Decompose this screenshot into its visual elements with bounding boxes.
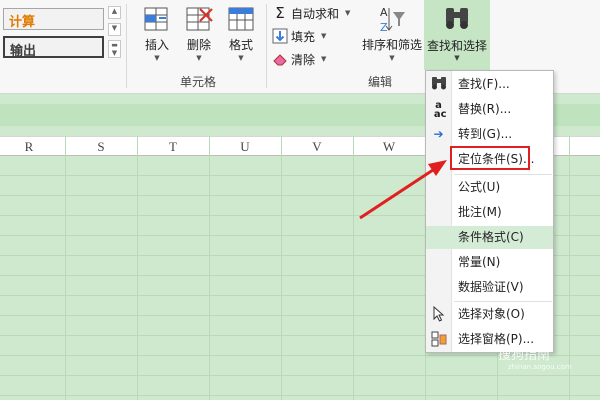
menu-item-label: 条件格式(C) bbox=[458, 230, 524, 244]
delete-button[interactable]: 删除 ▼ bbox=[180, 4, 218, 63]
arrow-right-icon: ➔ bbox=[433, 127, 444, 141]
insert-cells-icon bbox=[142, 4, 172, 34]
clear-button[interactable]: 清除 ▼ bbox=[272, 49, 326, 69]
column-header-s[interactable]: S bbox=[91, 139, 111, 155]
chevron-down-icon: ▼ bbox=[238, 54, 244, 62]
edit-group-label: 编辑 bbox=[368, 75, 393, 89]
sort-filter-label: 排序和筛选 bbox=[361, 38, 422, 52]
delete-label: 删除 bbox=[186, 38, 211, 52]
group-divider bbox=[126, 4, 127, 88]
chevron-down-icon: ▼ bbox=[345, 9, 351, 17]
chevron-down-icon: ▼ bbox=[321, 55, 327, 63]
cell-style-calc[interactable]: 计算 bbox=[3, 8, 104, 30]
menu-item-label: 批注(M) bbox=[458, 205, 502, 219]
menu-separator bbox=[454, 174, 552, 175]
format-cells-icon bbox=[226, 4, 256, 34]
menu-item-label: 查找(F)... bbox=[458, 77, 510, 91]
delete-cells-icon bbox=[184, 4, 214, 34]
fill-button[interactable]: 填充 ▼ bbox=[272, 26, 326, 46]
sort-filter-button[interactable]: A Z 排序和筛选 ▼ bbox=[360, 4, 424, 63]
menu-separator bbox=[454, 301, 552, 302]
menu-item-replace[interactable]: a ac 替换(R)... bbox=[426, 98, 553, 121]
menu-item-find[interactable]: 查找(F)... bbox=[426, 73, 553, 96]
menu-item-label: 选择对象(O) bbox=[458, 307, 525, 321]
insert-label: 插入 bbox=[144, 38, 169, 52]
group-divider bbox=[266, 4, 267, 88]
column-header-v[interactable]: V bbox=[307, 139, 327, 155]
menu-item-formulas[interactable]: 公式(U) bbox=[426, 176, 553, 199]
column-header-t[interactable]: T bbox=[163, 139, 183, 155]
menu-item-label: 替换(R)... bbox=[458, 102, 512, 116]
menu-item-label: 公式(U) bbox=[458, 180, 501, 194]
column-header-r[interactable]: R bbox=[19, 139, 39, 155]
watermark: 搜狗指南 zhinan.sogou.com bbox=[498, 344, 572, 371]
chevron-down-icon: ▼ bbox=[389, 54, 395, 62]
sigma-icon: Σ bbox=[275, 4, 285, 22]
find-select-menu: 查找(F)... a ac 替换(R)... ➔ 转到(G)... 定位条件(S… bbox=[425, 70, 554, 353]
cells-group-label: 单元格 bbox=[180, 75, 217, 89]
fill-label: 填充 bbox=[291, 29, 316, 44]
watermark-text: 搜狗指南 bbox=[498, 348, 551, 363]
chevron-down-icon: ▼ bbox=[196, 54, 202, 62]
chevron-down-icon: ▼ bbox=[154, 54, 160, 62]
format-label: 格式 bbox=[228, 38, 253, 52]
format-button[interactable]: 格式 ▼ bbox=[222, 4, 260, 63]
autosum-label: 自动求和 bbox=[291, 6, 340, 21]
highlight-box bbox=[450, 146, 530, 170]
styles-scroll-up-button[interactable]: ▲ bbox=[108, 6, 121, 19]
styles-scroll-down-button[interactable]: ▼ bbox=[108, 23, 121, 36]
svg-text:A: A bbox=[380, 6, 388, 19]
binoculars-icon bbox=[430, 76, 447, 93]
binoculars-icon bbox=[446, 8, 468, 29]
chevron-down-icon: ▼ bbox=[321, 32, 327, 40]
column-header-w[interactable]: W bbox=[379, 139, 399, 155]
menu-item-label: 数据验证(V) bbox=[458, 280, 524, 294]
clear-label: 清除 bbox=[291, 52, 316, 67]
autosum-button[interactable]: Σ 自动求和 ▼ bbox=[272, 3, 350, 23]
styles-more-button[interactable]: ▬ ▼ bbox=[108, 40, 121, 58]
fill-down-icon bbox=[272, 28, 288, 44]
insert-button[interactable]: 插入 ▼ bbox=[138, 4, 176, 63]
cell-style-output[interactable]: 输出 bbox=[3, 36, 104, 59]
find-select-button[interactable]: 查找和选择 ▼ bbox=[424, 0, 490, 70]
menu-item-conditional-formatting[interactable]: 条件格式(C) bbox=[426, 226, 553, 249]
find-select-label: 查找和选择 bbox=[426, 39, 487, 53]
menu-item-comments[interactable]: 批注(M) bbox=[426, 201, 553, 224]
chevron-down-icon: ▼ bbox=[454, 54, 460, 62]
column-header-u[interactable]: U bbox=[235, 139, 255, 155]
menu-item-goto[interactable]: ➔ 转到(G)... bbox=[426, 123, 553, 146]
grid-line bbox=[0, 375, 600, 376]
grid-line bbox=[0, 395, 600, 396]
menu-item-data-validation[interactable]: 数据验证(V) bbox=[426, 276, 553, 299]
menu-item-select-objects[interactable]: 选择对象(O) bbox=[426, 303, 553, 326]
selection-pane-icon bbox=[430, 331, 447, 348]
replace-icon: a ac bbox=[430, 100, 447, 120]
menu-item-constants[interactable]: 常量(N) bbox=[426, 251, 553, 274]
menu-item-label: 转到(G)... bbox=[458, 127, 513, 141]
sort-filter-icon: A Z bbox=[377, 4, 407, 34]
cursor-icon bbox=[430, 305, 447, 323]
watermark-url: zhinan.sogou.com bbox=[508, 363, 572, 371]
eraser-icon bbox=[272, 51, 288, 67]
menu-item-label: 常量(N) bbox=[458, 255, 501, 269]
